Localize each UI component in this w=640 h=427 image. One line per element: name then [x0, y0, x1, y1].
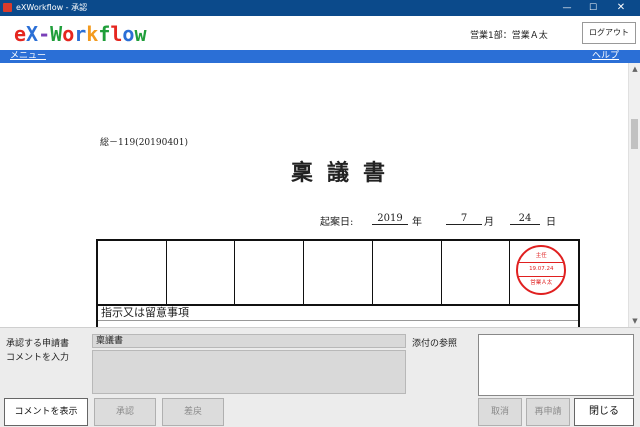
- draft-year-value: 2019: [372, 213, 408, 225]
- close-window-button[interactable]: ✕: [608, 0, 634, 16]
- logo-letter: X: [26, 22, 39, 46]
- instructions-box: 指示又は留意事項: [96, 305, 580, 327]
- attachment-label: 添付の参照: [412, 339, 458, 349]
- comment-label: コメントを入力: [6, 353, 70, 363]
- logo-letter: -: [38, 22, 51, 46]
- close-button[interactable]: 閉じる: [574, 398, 634, 426]
- draft-day-value: 24: [510, 213, 540, 225]
- scroll-down-icon[interactable]: ▼: [629, 315, 640, 327]
- minimize-button[interactable]: —: [554, 0, 580, 16]
- approval-seal-icon: 主任 19.07.24 営業Ａ太: [516, 245, 567, 295]
- app-logo: eX-Workflow: [14, 22, 147, 46]
- stamp-cell: [167, 241, 236, 304]
- logo-letter: r: [74, 22, 87, 46]
- form-name-field: 稟議書: [92, 334, 406, 348]
- month-unit: 月: [484, 217, 494, 228]
- day-unit: 日: [546, 217, 556, 228]
- scroll-up-icon[interactable]: ▲: [629, 63, 640, 75]
- logo-letter: o: [122, 22, 135, 46]
- logo-letter: W: [50, 22, 63, 46]
- stamp-cell: [442, 241, 511, 304]
- scroll-thumb[interactable]: [631, 119, 638, 149]
- seal-role: 主任: [535, 253, 547, 259]
- comment-input[interactable]: [92, 350, 406, 394]
- logo-letter: f: [98, 22, 111, 46]
- draft-month-value: 7: [446, 213, 482, 225]
- document-viewer: 総－119(20190401) 稟議書 起案日: 2019 年 7 月 24 日…: [0, 63, 640, 327]
- help-link[interactable]: ヘルプ: [592, 50, 619, 63]
- draft-date-label: 起案日:: [320, 217, 354, 228]
- show-comment-button[interactable]: コメントを表示: [4, 398, 88, 426]
- window-titlebar: eXWorkflow - 承認 — ☐ ✕: [0, 0, 640, 16]
- approve-button[interactable]: 承認: [94, 398, 156, 426]
- approval-stamp-grid: 主任 19.07.24 営業Ａ太: [96, 239, 580, 305]
- stamp-cell: [373, 241, 442, 304]
- approve-form-label: 承認する申請書: [6, 339, 70, 349]
- menu-bar: メニュー ヘルプ: [0, 50, 640, 63]
- document-code: 総－119(20190401): [100, 138, 189, 148]
- document-title: 稟議書: [290, 160, 399, 186]
- cancel-button[interactable]: 取消: [478, 398, 522, 426]
- seal-name: 営業Ａ太: [530, 280, 553, 286]
- action-panel: 承認する申請書 コメントを入力 稟議書 添付の参照 コメントを表示 承認 差戻 …: [0, 327, 640, 427]
- stamp-cell: [98, 241, 167, 304]
- stamp-cell: [304, 241, 373, 304]
- document-scrollbar[interactable]: ▲ ▼: [628, 63, 640, 327]
- attachment-list[interactable]: [478, 334, 634, 396]
- window-title: eXWorkflow - 承認: [16, 3, 88, 12]
- reapply-button[interactable]: 再申請: [526, 398, 570, 426]
- stamp-cell-signed: 主任 19.07.24 営業Ａ太: [510, 241, 578, 304]
- user-department-label: 営業1部：営業Ａ太: [470, 31, 548, 41]
- logo-letter: o: [62, 22, 75, 46]
- instructions-label: 指示又は留意事項: [101, 306, 189, 319]
- app-icon: [3, 3, 12, 12]
- stamp-cell: [235, 241, 305, 304]
- menu-link[interactable]: メニュー: [10, 50, 46, 63]
- reject-button[interactable]: 差戻: [162, 398, 224, 426]
- logo-letter: k: [86, 22, 99, 46]
- maximize-button[interactable]: ☐: [580, 0, 606, 16]
- logo-letter: w: [134, 22, 147, 46]
- seal-date: 19.07.24: [529, 266, 554, 272]
- year-unit: 年: [412, 217, 422, 228]
- logo-letter: l: [110, 22, 123, 46]
- logout-button[interactable]: ログアウト: [582, 22, 636, 44]
- logo-letter: e: [14, 22, 27, 46]
- app-header: eX-Workflow 営業1部：営業Ａ太 ログアウト: [0, 16, 640, 50]
